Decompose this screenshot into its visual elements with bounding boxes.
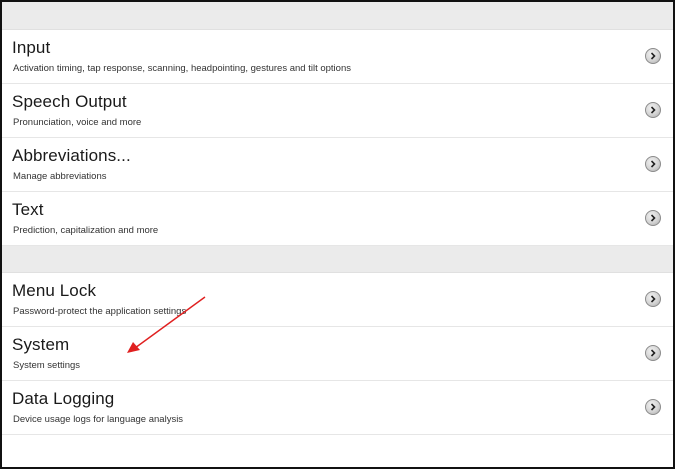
item-title: Text [12,200,44,219]
chevron-right-icon[interactable] [645,345,661,361]
chevron-right-icon[interactable] [645,102,661,118]
settings-item-system[interactable]: System System settings [2,327,673,381]
item-subtitle: Pronunciation, voice and more [13,117,142,128]
item-subtitle: Manage abbreviations [13,171,107,182]
item-title: Menu Lock [12,281,97,300]
item-title: Data Logging [12,389,115,408]
item-subtitle: Device usage logs for language analysis [13,414,184,425]
section-divider [2,246,673,273]
chevron-right-icon[interactable] [645,399,661,415]
chevron-right-icon[interactable] [645,156,661,172]
empty-area [2,435,673,465]
item-subtitle: System settings [13,360,81,371]
item-title: System [12,335,70,354]
item-title: Speech Output [12,92,127,111]
section-header [2,2,673,30]
settings-item-data-logging[interactable]: Data Logging Device usage logs for langu… [2,381,673,435]
item-subtitle: Activation timing, tap response, scannin… [13,63,351,74]
item-subtitle: Password-protect the application setting… [13,306,187,317]
chevron-right-icon[interactable] [645,291,661,307]
settings-item-menu-lock[interactable]: Menu Lock Password-protect the applicati… [2,273,673,327]
settings-item-speech-output[interactable]: Speech Output Pronunciation, voice and m… [2,84,673,138]
settings-item-abbreviations[interactable]: Abbreviations... Manage abbreviations [2,138,673,192]
item-title: Abbreviations... [12,146,131,165]
item-title: Input [12,38,51,57]
settings-item-input[interactable]: Input Activation timing, tap response, s… [2,30,673,84]
settings-item-text[interactable]: Text Prediction, capitalization and more [2,192,673,246]
item-subtitle: Prediction, capitalization and more [13,225,159,236]
chevron-right-icon[interactable] [645,210,661,226]
chevron-right-icon[interactable] [645,48,661,64]
settings-screen: Input Activation timing, tap response, s… [0,0,675,469]
